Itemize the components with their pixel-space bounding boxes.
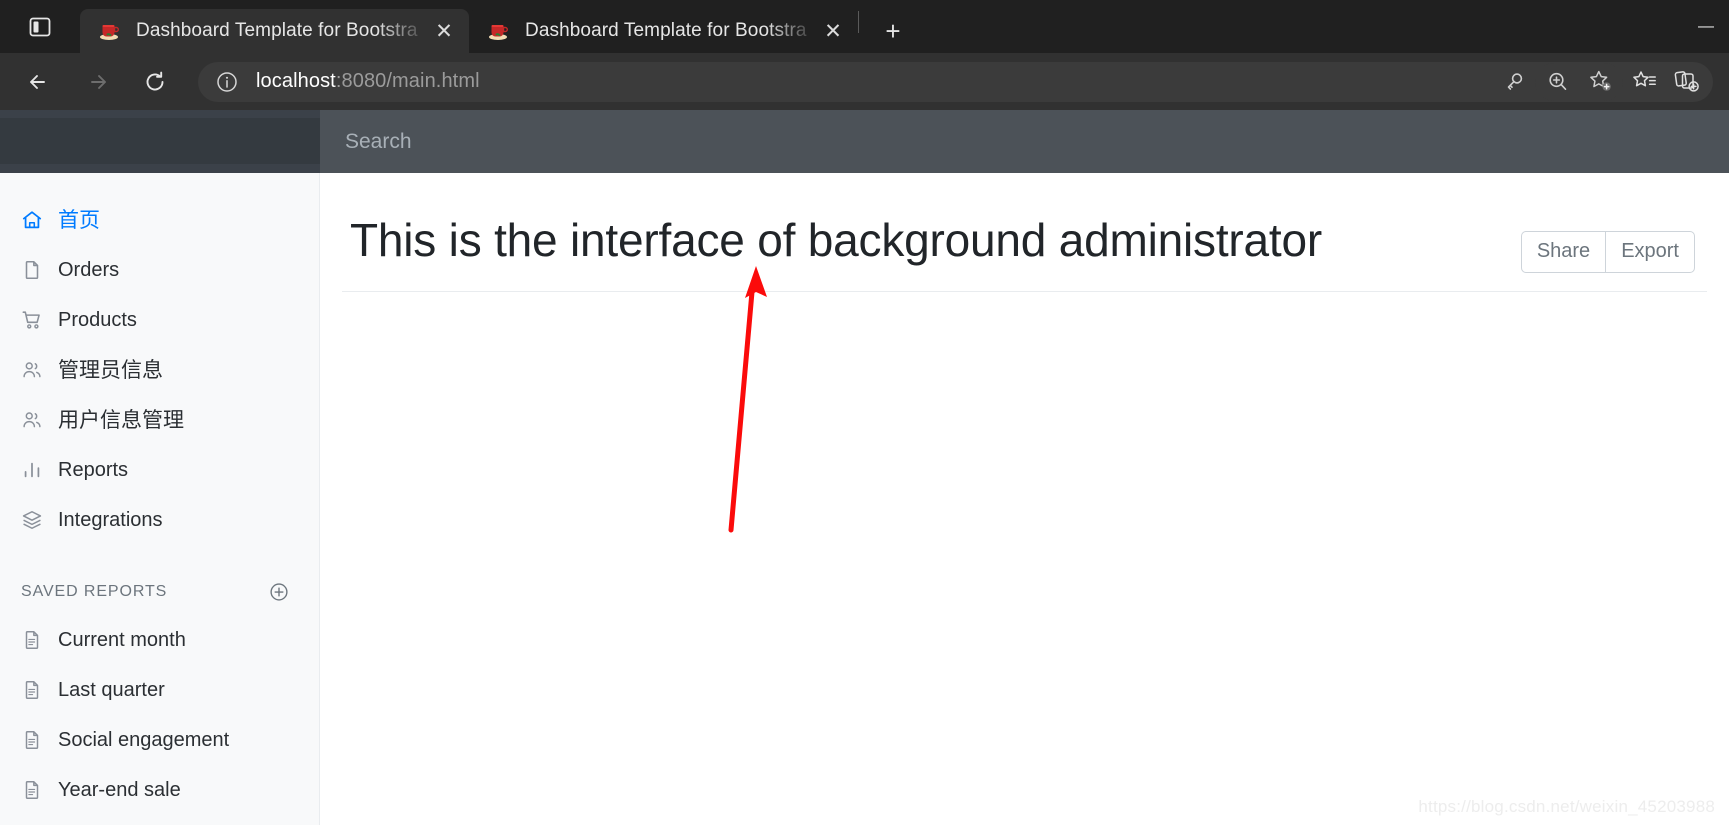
address-url-text[interactable]: localhost:8080/main.html <box>256 70 1493 93</box>
sidebar-item-home[interactable]: 首页 <box>0 195 319 245</box>
tab-close-button[interactable]: ✕ <box>818 16 848 46</box>
home-icon <box>21 209 43 231</box>
zoom-button[interactable] <box>1537 63 1579 101</box>
plus-circle-icon[interactable] <box>267 580 291 604</box>
sidebar-saved-current-month[interactable]: Current month <box>0 615 319 665</box>
share-button[interactable]: Share <box>1520 231 1606 273</box>
sidebar-item-integrations[interactable]: Integrations <box>0 495 319 545</box>
tomcat-coffee-cup-icon <box>98 20 120 42</box>
export-button[interactable]: Export <box>1605 231 1695 273</box>
split-screen-button[interactable] <box>1665 63 1707 101</box>
app-body: 首页 Orders Products 管理员信息 用户信息管理 Reports … <box>0 173 1729 825</box>
window-minimize-button[interactable]: — <box>1683 0 1729 53</box>
reload-icon <box>146 71 164 90</box>
sidebar-item-label: Last quarter <box>58 679 165 701</box>
address-bar-actions <box>1493 62 1707 101</box>
sidebar-saved-last-quarter[interactable]: Last quarter <box>0 665 319 715</box>
info-circle-icon[interactable] <box>214 69 240 95</box>
sidebar-item-label: Products <box>58 309 137 331</box>
add-favorite-button[interactable] <box>1579 63 1621 101</box>
header-actions: Share Export <box>1520 215 1695 273</box>
browser-tab-1[interactable]: Dashboard Template for Bootstra ✕ <box>80 9 469 53</box>
tab-close-button[interactable]: ✕ <box>429 16 459 46</box>
sidebar-item-admin-info[interactable]: 管理员信息 <box>0 345 319 395</box>
sidebar-item-label: 首页 <box>58 208 100 232</box>
password-manager-button[interactable] <box>1493 63 1535 101</box>
browser-tab-title: Dashboard Template for Bootstra <box>525 20 807 41</box>
collections-button[interactable] <box>1623 63 1665 101</box>
file-text-icon <box>21 779 43 801</box>
file-text-icon <box>21 629 43 651</box>
browser-window: Dashboard Template for Bootstra ✕ Dashbo… <box>0 0 1729 825</box>
main-content: This is the interface of background admi… <box>320 173 1729 825</box>
sidebar-item-orders[interactable]: Orders <box>0 245 319 295</box>
star-add-icon <box>1589 70 1611 91</box>
search-input[interactable] <box>345 129 1729 154</box>
arrow-left-icon <box>30 74 45 89</box>
address-bar-button-group <box>1535 62 1623 101</box>
saved-reports-header: Saved reports <box>0 569 319 615</box>
url-host: localhost <box>256 70 336 92</box>
web-page-viewport: 首页 Orders <box>0 110 1729 825</box>
tomcat-coffee-cup-icon <box>487 20 509 42</box>
page-title: This is the interface of background admi… <box>350 214 1323 266</box>
sidebar-item-label: 用户信息管理 <box>58 408 184 432</box>
navbar-search-area <box>320 110 1729 173</box>
main-header: This is the interface of background admi… <box>342 173 1707 292</box>
users-icon <box>21 359 43 381</box>
file-text-icon <box>21 729 43 751</box>
back-button[interactable] <box>17 60 61 104</box>
collapse-panel-icon <box>29 17 51 36</box>
tab-divider <box>858 10 859 33</box>
zoom-in-icon <box>1549 72 1567 90</box>
address-bar[interactable]: localhost:8080/main.html <box>198 61 1713 102</box>
window-controls: — <box>1683 0 1729 53</box>
browser-tabstrip: Dashboard Template for Bootstra ✕ Dashbo… <box>0 0 1729 53</box>
key-icon <box>1507 72 1523 90</box>
browser-toolbar: localhost:8080/main.html <box>0 53 1729 110</box>
sidebar-saved-social-engagement[interactable]: Social engagement <box>0 715 319 765</box>
shopping-cart-icon <box>21 309 43 331</box>
file-text-icon <box>21 679 43 701</box>
sidebar-item-user-management[interactable]: 用户信息管理 <box>0 395 319 445</box>
reload-button[interactable] <box>133 60 177 104</box>
sidebar-item-label: Orders <box>58 259 120 281</box>
saved-reports-title: Saved reports <box>21 583 168 600</box>
arrow-right-icon <box>91 74 106 89</box>
url-path: :8080/main.html <box>335 70 480 92</box>
sidebar-saved-year-end-sale[interactable]: Year-end sale <box>0 765 319 815</box>
share-export-button-group: Share Export <box>1520 231 1695 273</box>
layers-icon <box>21 509 43 531</box>
split-screen-add-icon <box>1674 71 1699 92</box>
sidebar-item-label: Reports <box>58 459 129 481</box>
browser-tab-2[interactable]: Dashboard Template for Bootstra ✕ <box>469 9 858 53</box>
sidebar-item-label: Year-end sale <box>58 779 181 801</box>
file-icon <box>21 259 43 281</box>
sidebar-item-label: Current month <box>58 629 186 651</box>
tab-sidebar-toggle-button[interactable] <box>0 0 80 53</box>
sidebar-item-label: Social engagement <box>58 729 230 751</box>
sidebar-item-reports[interactable]: Reports <box>0 445 319 495</box>
sidebar: 首页 Orders Products 管理员信息 用户信息管理 Reports … <box>0 173 320 825</box>
watermark-text: https://blog.csdn.net/weixin_45203988 <box>1418 797 1715 816</box>
forward-button[interactable] <box>75 60 119 104</box>
app-navbar <box>0 110 1729 173</box>
star-list-icon <box>1632 71 1656 87</box>
sidebar-item-products[interactable]: Products <box>0 295 319 345</box>
bar-chart-icon <box>21 459 43 481</box>
sidebar-item-label: 管理员信息 <box>58 358 163 382</box>
new-tab-button[interactable]: + <box>871 9 915 53</box>
navbar-brand-area[interactable] <box>0 110 320 173</box>
sidebar-item-label: Integrations <box>58 509 163 531</box>
users-icon <box>21 409 43 431</box>
browser-tab-title: Dashboard Template for Bootstra <box>136 20 418 41</box>
